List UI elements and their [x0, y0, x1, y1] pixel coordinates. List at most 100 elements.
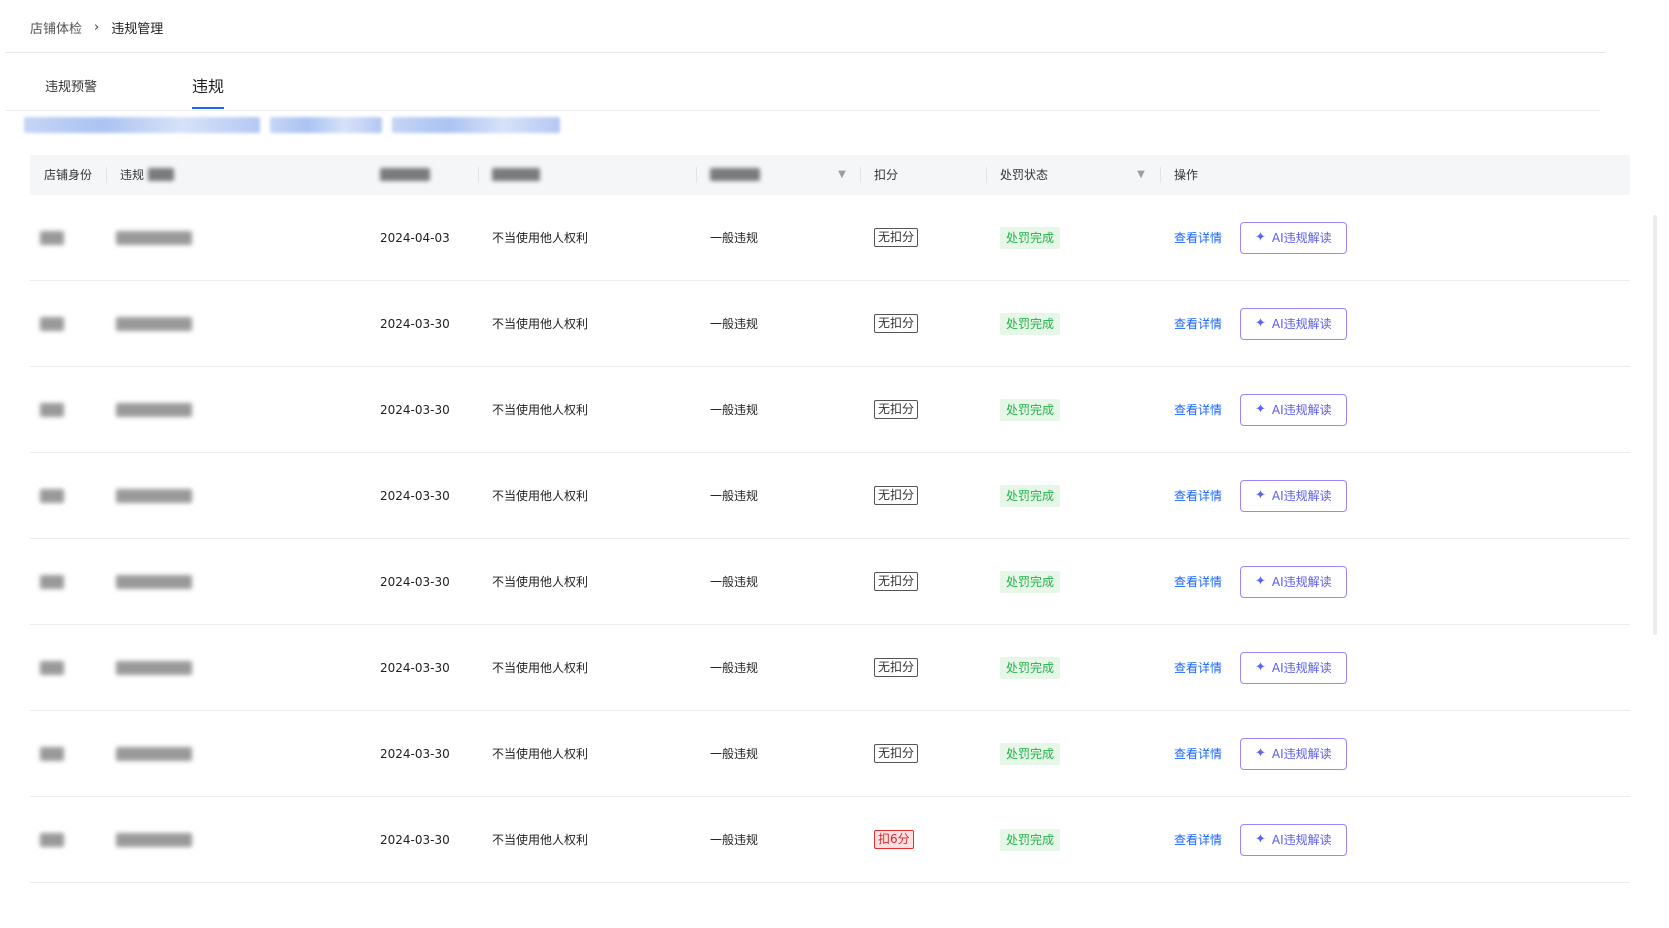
redacted-shop-identity — [40, 574, 64, 589]
view-details-link[interactable]: 查看详情 — [1174, 745, 1222, 762]
filter-icon[interactable]: ▼ — [836, 169, 848, 181]
sparkle-icon: ✦ — [1255, 230, 1266, 245]
ai-interpret-button[interactable]: ✦ AI违规解读 — [1240, 823, 1347, 856]
breadcrumb-shop-check[interactable]: 店铺体检 — [30, 18, 82, 37]
status-badge: 处罚完成 — [1000, 570, 1061, 593]
chevron-right-icon: › — [94, 19, 100, 35]
table-row: 2024-03-30 不当使用他人权利 一般违规 无扣分 处罚完成 查看详情 ✦… — [30, 711, 1630, 797]
status-badge: 处罚完成 — [1000, 398, 1061, 421]
header-divider — [478, 167, 479, 183]
sparkle-icon: ✦ — [1255, 660, 1266, 675]
violation-type: 不当使用他人权利 — [492, 661, 589, 675]
header-divider — [986, 167, 987, 183]
redacted-violation-id — [116, 230, 192, 245]
ai-interpret-button[interactable]: ✦ AI违规解读 — [1240, 651, 1347, 684]
redacted-shop-identity — [40, 316, 64, 331]
view-details-link[interactable]: 查看详情 — [1174, 401, 1222, 418]
status-badge: 处罚完成 — [1000, 742, 1061, 765]
violation-severity: 一般违规 — [710, 661, 759, 675]
sparkle-icon: ✦ — [1255, 832, 1266, 847]
status-badge: 处罚完成 — [1000, 484, 1061, 507]
violation-type: 不当使用他人权利 — [492, 489, 589, 503]
breadcrumb: 店铺体检 › 违规管理 — [30, 16, 163, 38]
table-row: 2024-03-30 不当使用他人权利 一般违规 无扣分 处罚完成 查看详情 ✦… — [30, 625, 1630, 711]
ai-interpret-button[interactable]: ✦ AI违规解读 — [1240, 479, 1347, 512]
score-badge: 无扣分 — [874, 658, 919, 677]
divider — [6, 52, 1606, 53]
filter-icon[interactable]: ▼ — [1135, 169, 1147, 181]
sparkle-icon: ✦ — [1255, 316, 1266, 331]
violation-type: 不当使用他人权利 — [492, 317, 589, 331]
violation-severity: 一般违规 — [710, 575, 759, 589]
header-shop-identity: 店铺身份 — [44, 168, 93, 182]
vertical-scrollbar[interactable] — [1653, 215, 1657, 635]
status-badge: 处罚完成 — [1000, 312, 1061, 335]
tab-violation[interactable]: 违规 — [192, 73, 224, 97]
sparkle-icon: ✦ — [1255, 488, 1266, 503]
ai-interpret-button[interactable]: ✦ AI违规解读 — [1240, 221, 1347, 254]
view-details-link[interactable]: 查看详情 — [1174, 487, 1222, 504]
sparkle-icon: ✦ — [1255, 574, 1266, 589]
ai-interpret-label: AI违规解读 — [1271, 747, 1332, 761]
header-penalty-status: 处罚状态 — [1000, 168, 1049, 182]
redacted-shop-identity — [40, 230, 64, 245]
tab-violation-warning[interactable]: 违规预警 — [45, 76, 97, 95]
redacted-shop-identity — [40, 832, 64, 847]
sparkle-icon: ✦ — [1255, 746, 1266, 761]
violation-type: 不当使用他人权利 — [492, 575, 589, 589]
header-divider — [696, 167, 697, 183]
header-action: 操作 — [1174, 168, 1199, 182]
ai-interpret-label: AI违规解读 — [1271, 575, 1332, 589]
redacted-header — [380, 168, 430, 181]
ai-interpret-button[interactable]: ✦ AI违规解读 — [1240, 565, 1347, 598]
status-badge: 处罚完成 — [1000, 828, 1061, 851]
header-score: 扣分 — [874, 168, 899, 182]
redacted-shop-identity — [40, 660, 64, 675]
redacted-violation-id — [116, 402, 192, 417]
redacted-filter — [270, 117, 382, 133]
violation-date: 2024-03-30 — [380, 402, 450, 417]
ai-interpret-label: AI违规解读 — [1271, 231, 1332, 245]
view-details-link[interactable]: 查看详情 — [1174, 229, 1222, 246]
score-badge: 无扣分 — [874, 572, 919, 591]
redacted-filter — [24, 117, 260, 133]
view-details-link[interactable]: 查看详情 — [1174, 831, 1222, 848]
header-divider — [860, 167, 861, 183]
ai-interpret-label: AI违规解读 — [1271, 489, 1332, 503]
violation-date: 2024-03-30 — [380, 660, 450, 675]
violation-severity: 一般违规 — [710, 747, 759, 761]
redacted-header — [492, 168, 540, 181]
redacted-filter-bar — [24, 117, 560, 133]
ai-interpret-button[interactable]: ✦ AI违规解读 — [1240, 393, 1347, 426]
score-badge: 无扣分 — [874, 228, 919, 247]
violation-severity: 一般违规 — [710, 489, 759, 503]
sparkle-icon: ✦ — [1255, 402, 1266, 417]
violation-date: 2024-03-30 — [380, 832, 450, 847]
ai-interpret-label: AI违规解读 — [1271, 317, 1332, 331]
violation-severity: 一般违规 — [710, 231, 759, 245]
score-badge: 无扣分 — [874, 314, 919, 333]
violation-date: 2024-03-30 — [380, 746, 450, 761]
view-details-link[interactable]: 查看详情 — [1174, 573, 1222, 590]
status-badge: 处罚完成 — [1000, 656, 1061, 679]
violation-severity: 一般违规 — [710, 833, 759, 847]
header-divider — [1160, 167, 1161, 183]
violation-type: 不当使用他人权利 — [492, 833, 589, 847]
view-details-link[interactable]: 查看详情 — [1174, 659, 1222, 676]
table-header: 店铺身份 违规 ▼ 扣分 处罚状态 ▼ 操作 — [30, 155, 1630, 195]
table-row: 2024-03-30 不当使用他人权利 一般违规 无扣分 处罚完成 查看详情 ✦… — [30, 281, 1630, 367]
redacted-shop-identity — [40, 746, 64, 761]
redacted-shop-identity — [40, 488, 64, 503]
ai-interpret-label: AI违规解读 — [1271, 833, 1332, 847]
violation-date: 2024-03-30 — [380, 316, 450, 331]
header-divider — [106, 167, 107, 183]
redacted-header — [148, 168, 174, 181]
violation-type: 不当使用他人权利 — [492, 747, 589, 761]
redacted-header — [710, 168, 760, 181]
score-badge: 扣6分 — [874, 830, 914, 849]
ai-interpret-button[interactable]: ✦ AI违规解读 — [1240, 737, 1347, 770]
violation-date: 2024-04-03 — [380, 230, 450, 245]
view-details-link[interactable]: 查看详情 — [1174, 315, 1222, 332]
ai-interpret-button[interactable]: ✦ AI违规解读 — [1240, 307, 1347, 340]
redacted-violation-id — [116, 488, 192, 503]
